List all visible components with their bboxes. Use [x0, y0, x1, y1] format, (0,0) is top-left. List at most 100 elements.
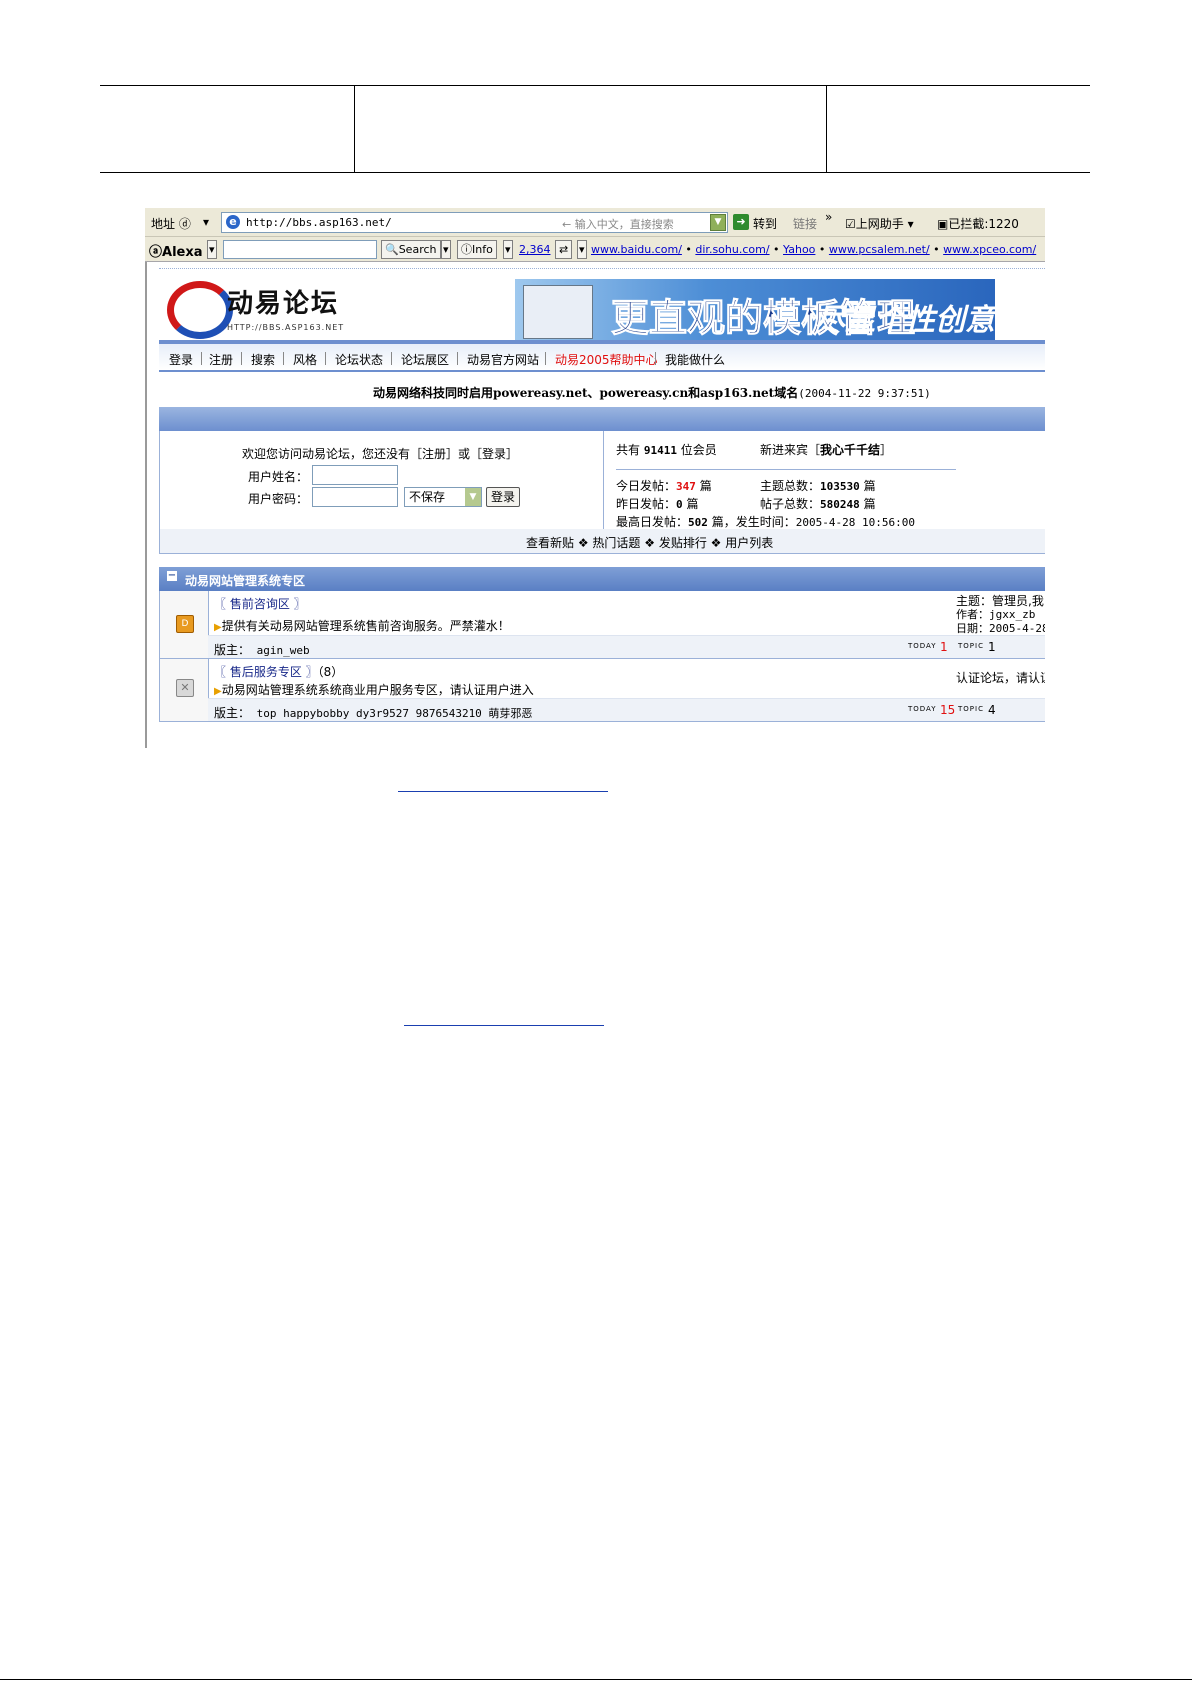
forum-row: D 〖 售前咨询区 〗 ▶提供有关动易网站管理系统售前咨询服务。严禁灌水！ 主题…	[159, 591, 1045, 659]
moderator-link[interactable]: agin_web	[257, 644, 310, 657]
link-yahoo[interactable]: Yahoo	[783, 243, 815, 256]
username-label: 用户姓名：	[248, 470, 309, 484]
site-banner: 动易论坛 HTTP://BBS.ASP163.NET 更直观的模板管理 尽显个性…	[159, 268, 1045, 341]
news-headline[interactable]: 动易网络科技同时启用powereasy.net、powereasy.cn和asp…	[373, 384, 931, 401]
helper-button[interactable]: ☑上网助手 ▾	[845, 215, 914, 232]
topic-label: TOPIC	[958, 705, 984, 713]
ie-page-icon: e	[226, 215, 240, 229]
site-logo[interactable]: 动易论坛 HTTP://BBS.ASP163.NET	[165, 277, 355, 339]
go-arrow-icon[interactable]: ➜	[733, 214, 749, 230]
alexa-logo[interactable]: ⓐAlexa	[149, 241, 203, 260]
product-box-image	[523, 285, 593, 339]
login-submit-button[interactable]: 登录	[486, 487, 521, 507]
alexa-toolbar: ⓐAlexa ▾ 🔍Search ▾ ⓘInfo ▾ 2,364 ⇄ ▾ www…	[145, 237, 1045, 262]
stats-divider	[616, 469, 956, 470]
topic-count: 4	[988, 703, 996, 717]
alexa-search-button[interactable]: 🔍Search	[381, 240, 441, 259]
arrow-right-icon: ▶	[214, 622, 222, 633]
logo-title: 动易论坛	[227, 289, 340, 319]
newcomer-stat: 新进来宾［我心千千结］	[760, 443, 893, 457]
topic-label: TOPIC	[958, 642, 984, 650]
nav-separator	[283, 352, 284, 365]
nav-login[interactable]: 登录	[169, 351, 193, 368]
moderator-bar: 版主： agin_web TODAY 1 TOPIC 1	[208, 635, 1045, 658]
topics-total-stat: 主题总数：103530 篇	[760, 479, 876, 493]
login-header-bar	[159, 407, 1045, 431]
username-input[interactable]	[312, 465, 398, 485]
nav-style[interactable]: 风格	[293, 351, 317, 368]
link-xpceo[interactable]: www.xpceo.com/	[943, 243, 1036, 256]
forum-description: ▶提供有关动易网站管理系统售前咨询服务。严禁灌水！	[214, 619, 510, 633]
alexa-menu-icon[interactable]: ▾	[207, 240, 217, 259]
info-dropdown-icon[interactable]: ▾	[503, 240, 513, 259]
moderator-link[interactable]: top happybobby dy3r9527 9876543210 萌芽邪恶	[257, 707, 533, 720]
link-user-list[interactable]: 用户列表	[725, 536, 773, 550]
forum-row: ✕ 〖 售后服务专区 〗（8） ▶动易网站管理系统系统商业用户服务专区，请认证用…	[159, 659, 1045, 722]
login-form: 欢迎您访问动易论坛，您还没有［注册］或［登录］ 用户姓名： 用户密码： 不保存 …	[160, 431, 604, 529]
logo-url: HTTP://BBS.ASP163.NET	[227, 323, 345, 332]
forum-nav: 登录 注册 搜索 风格 论坛状态 论坛展区 动易官方网站 动易2005帮助中心 …	[159, 340, 1045, 372]
max-posts-stat: 最高日发帖：502 篇，发生时间：2005-4-28 10:56:00	[616, 515, 915, 529]
newcomer-link[interactable]: 我心千千结	[820, 443, 880, 457]
blank-link-underline[interactable]	[404, 1025, 604, 1026]
nav-separator	[655, 352, 656, 365]
nav-separator	[391, 352, 392, 365]
go-button[interactable]: 转到	[753, 215, 777, 232]
save-login-select[interactable]: 不保存 ▼	[404, 487, 482, 507]
last-post-info[interactable]: 主题：管理员,我 作者：jgxx_zb 日期：2005-4-28	[956, 594, 1045, 636]
today-count: 15	[940, 703, 956, 717]
arrow-right-icon: ▶	[214, 686, 222, 697]
address-bar: 地址 ⓓ ▾ e http://bbs.asp163.net/ ← 输入中文，直…	[145, 208, 1045, 237]
alexa-rank-link[interactable]: 2,364	[519, 243, 551, 256]
nav-status[interactable]: 论坛状态	[335, 351, 383, 368]
search-dropdown-icon[interactable]: ▾	[441, 240, 451, 259]
nav-official-site[interactable]: 动易官方网站	[467, 351, 539, 368]
ad-banner[interactable]: 更直观的模板管理 尽显个性创意	[515, 279, 995, 341]
quick-links-bar: 查看新贴 ❖ 热门话题 ❖ 发贴排行 ❖ 用户列表	[159, 529, 1045, 554]
url-dropdown-icon[interactable]: ▼	[710, 214, 726, 231]
nav-separator	[325, 352, 326, 365]
forum-icon-cell: D	[160, 591, 209, 658]
link-pcsalem[interactable]: www.pcsalem.net/	[829, 243, 930, 256]
address-label: 地址 ⓓ	[151, 217, 191, 231]
link-sohu[interactable]: dir.sohu.com/	[695, 243, 769, 256]
logo-swirl-icon	[167, 281, 233, 339]
forum-title-link[interactable]: 〖 售前咨询区 〗	[214, 595, 306, 612]
alexa-search-input[interactable]	[223, 240, 377, 259]
url-input[interactable]: e http://bbs.asp163.net/ ← 输入中文，直接搜索 ▼	[221, 212, 728, 233]
link-new-posts[interactable]: 查看新贴	[526, 536, 574, 550]
nav-separator	[545, 352, 546, 365]
quick-links: 查看新贴 ❖ 热门话题 ❖ 发贴排行 ❖ 用户列表	[526, 536, 774, 550]
moderators: 版主： agin_web	[214, 643, 310, 657]
link-hot-topics[interactable]: 热门话题	[592, 536, 640, 550]
more-icon[interactable]: »	[825, 210, 832, 224]
alexa-info-button[interactable]: ⓘInfo	[457, 240, 497, 259]
nav-help-center[interactable]: 动易2005帮助中心	[555, 351, 658, 368]
password-input[interactable]	[312, 487, 398, 507]
nav-register[interactable]: 注册	[209, 351, 233, 368]
nav-separator	[201, 352, 202, 365]
forum-auth-note: 认证论坛，请认证	[956, 671, 1045, 685]
today-count: 1	[940, 640, 948, 654]
login-panel: 欢迎您访问动易论坛，您还没有［注册］或［登录］ 用户姓名： 用户密码： 不保存 …	[159, 431, 1045, 530]
topic-count: 1	[988, 640, 996, 654]
collapse-icon[interactable]: −	[167, 571, 177, 581]
moderators: 版主： top happybobby dy3r9527 9876543210 萌…	[214, 706, 533, 720]
nav-what-can-i-do[interactable]: 我能做什么	[665, 351, 725, 368]
nav-search[interactable]: 搜索	[251, 351, 275, 368]
related-dropdown-icon[interactable]: ▾	[577, 240, 587, 259]
alexa-related-icon[interactable]: ⇄	[555, 240, 573, 259]
members-stat: 共有 91411 位会员	[616, 443, 717, 457]
popup-blocker-button[interactable]: ▣已拦截:1220	[937, 215, 1019, 232]
browser-screenshot: 地址 ⓓ ▾ e http://bbs.asp163.net/ ← 输入中文，直…	[145, 208, 1045, 748]
forum-title-link[interactable]: 〖 售后服务专区 〗（8）	[214, 663, 343, 680]
links-label[interactable]: 链接	[793, 215, 817, 232]
ad-subline: 尽显个性创意	[815, 303, 995, 338]
chevron-down-icon[interactable]: ▾	[203, 215, 209, 229]
link-post-ranking[interactable]: 发贴排行	[659, 536, 707, 550]
zone-title[interactable]: 动易网站管理系统专区	[185, 572, 305, 589]
nav-showcase[interactable]: 论坛展区	[401, 351, 449, 368]
blank-link-underline[interactable]	[398, 791, 608, 792]
forum-description: ▶动易网站管理系统系统商业用户服务专区，请认证用户进入	[214, 683, 534, 697]
link-baidu[interactable]: www.baidu.com/	[591, 243, 682, 256]
